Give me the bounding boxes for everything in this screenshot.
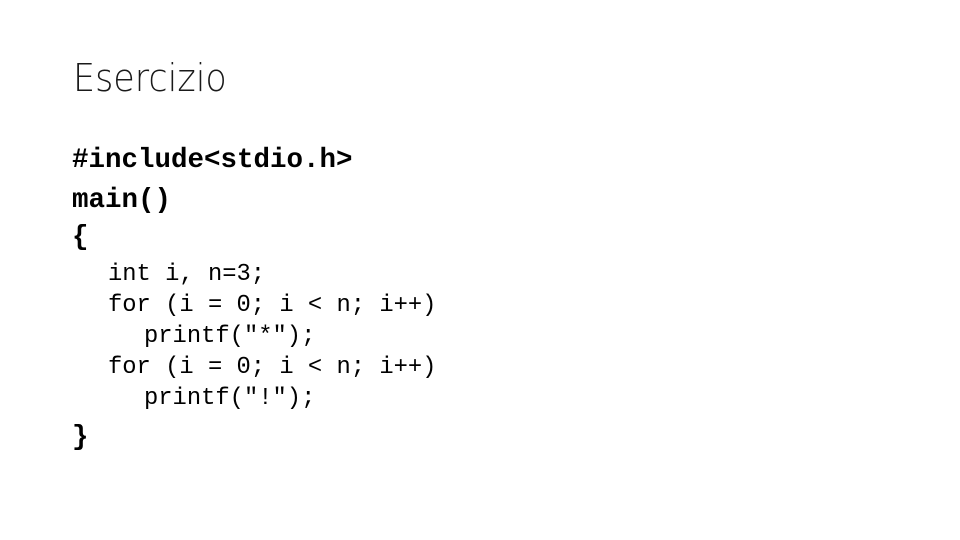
code-line-include: #include<stdio.h> xyxy=(72,145,353,176)
code-line-printf-1: printf("*"); xyxy=(144,323,316,350)
code-line-main: main() xyxy=(72,185,172,216)
code-line-declaration: int i, n=3; xyxy=(108,261,266,288)
code-line-close-brace: } xyxy=(72,422,89,453)
code-line-open-brace: { xyxy=(72,222,89,253)
code-line-for-2: for (i = 0; i < n; i++) xyxy=(108,354,437,381)
code-block: #include<stdio.h> main() { int i, n=3; f… xyxy=(0,0,960,540)
code-line-printf-2: printf("!"); xyxy=(144,385,316,412)
code-line-for-1: for (i = 0; i < n; i++) xyxy=(108,292,437,319)
